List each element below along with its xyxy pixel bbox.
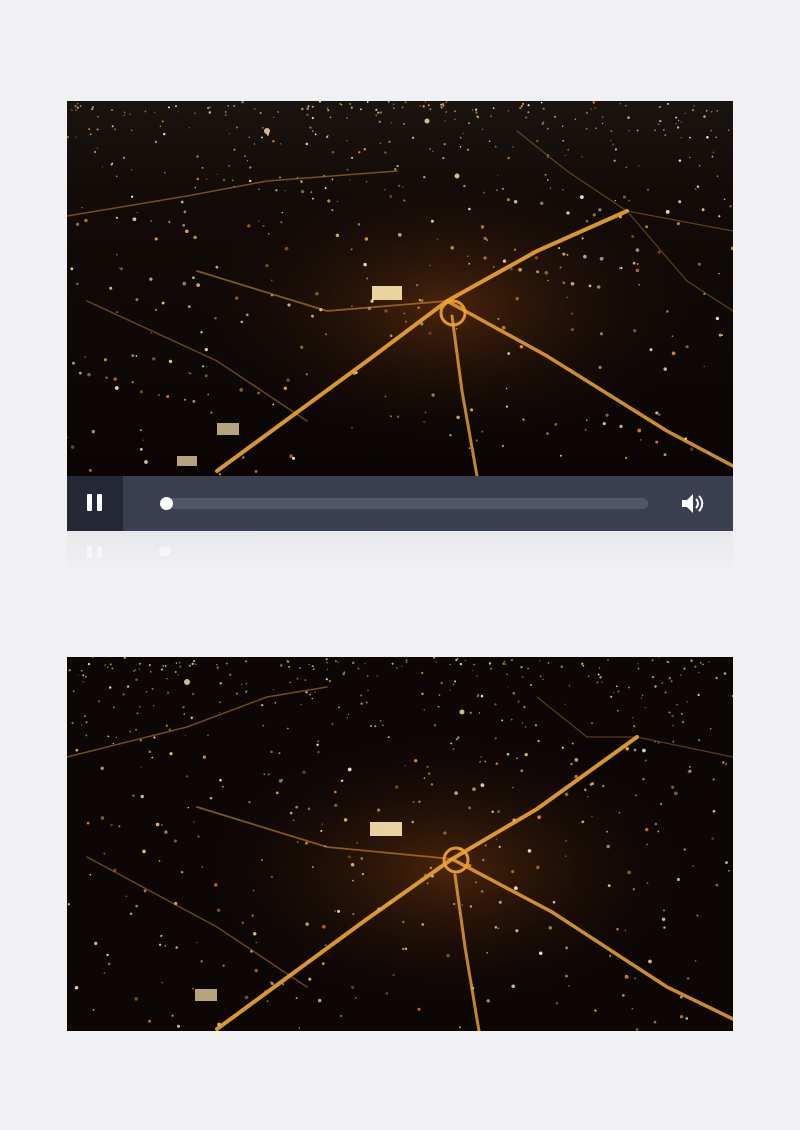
volume-button[interactable] xyxy=(679,490,707,517)
control-bar-reflection xyxy=(67,531,733,571)
progress-bar[interactable] xyxy=(160,497,648,510)
pause-icon xyxy=(87,494,92,511)
night-city-aerial-image xyxy=(67,657,733,1031)
video-frame-bottom[interactable] xyxy=(67,657,733,1031)
progress-knob[interactable] xyxy=(160,497,173,510)
video-control-bar xyxy=(67,476,733,531)
night-city-aerial-image xyxy=(67,101,733,476)
video-frame-top[interactable] xyxy=(67,101,733,476)
speaker-icon xyxy=(682,494,704,513)
pause-button[interactable] xyxy=(67,476,123,531)
